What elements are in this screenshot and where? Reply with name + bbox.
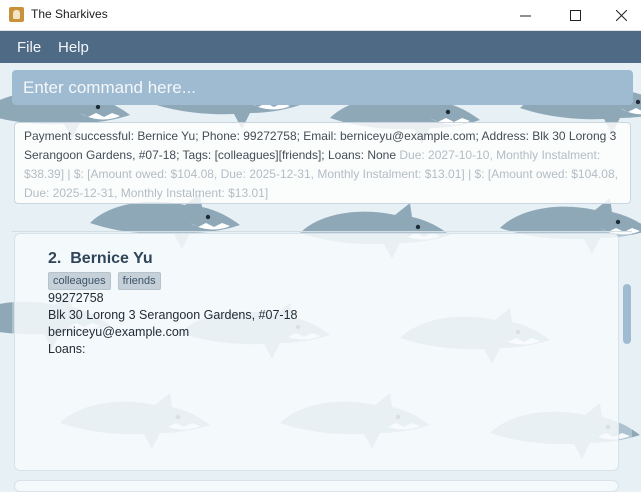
command-box [12, 70, 633, 105]
person-index: 2. [48, 250, 62, 267]
person-loans: Loans: [48, 342, 86, 356]
result-display: Payment successful: Bernice Yu; Phone: 9… [14, 122, 631, 204]
menu-file[interactable]: File [17, 39, 41, 56]
person-phone: 99272758 [48, 291, 104, 305]
person-name-text: Bernice Yu [70, 250, 153, 267]
close-icon [615, 9, 627, 21]
tag-colleagues: colleagues [48, 272, 111, 290]
minimize-button[interactable] [502, 0, 548, 30]
window-title: The Sharkives [31, 7, 108, 21]
result-text: Payment successful: Bernice Yu; Phone: 9… [24, 127, 621, 203]
person-card-next[interactable] [14, 480, 619, 492]
minimize-icon [519, 15, 531, 16]
person-name: 2. Bernice Yu [48, 250, 153, 268]
window-title-bar: The Sharkives [0, 0, 641, 31]
list-scrollbar[interactable] [621, 232, 633, 488]
command-input[interactable] [12, 70, 633, 105]
app-icon [9, 7, 24, 22]
tag-friends: friends [117, 272, 161, 290]
menu-bar: File Help [0, 31, 641, 63]
close-button[interactable] [598, 0, 641, 30]
maximize-icon [569, 9, 581, 21]
list-scrollbar-thumb[interactable] [623, 284, 631, 344]
tag-list: colleagues friends [48, 272, 161, 290]
person-address: Blk 30 Lorong 3 Serangoon Gardens, #07-1… [48, 308, 298, 322]
person-card[interactable] [14, 233, 619, 471]
person-email: berniceyu@example.com [48, 325, 190, 339]
menu-help[interactable]: Help [58, 39, 89, 56]
maximize-button[interactable] [552, 0, 598, 30]
